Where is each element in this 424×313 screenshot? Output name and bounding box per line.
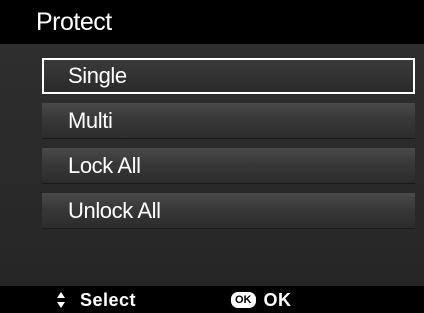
menu-item-label: Multi [68,108,113,133]
menu-item-lock-all[interactable]: Lock All [42,148,415,184]
ok-hint: OK OK [231,289,292,311]
ok-label: OK [263,289,292,310]
menu-item-label: Lock All [68,153,141,178]
title-bar: Protect [0,0,424,44]
ok-button-icon: OK [231,292,256,308]
menu-panel: Single Multi Lock All Unlock All [0,44,424,286]
menu-item-single[interactable]: Single [42,58,415,94]
menu-item-label: Unlock All [68,198,161,223]
page-title: Protect [36,8,112,36]
select-hint: Select [56,289,136,311]
bottom-hint-bar: Select OK OK [0,286,424,313]
up-down-arrows-icon [56,291,66,309]
menu-item-unlock-all[interactable]: Unlock All [42,193,415,229]
menu-item-label: Single [68,63,127,88]
select-label: Select [80,289,137,310]
menu-item-multi[interactable]: Multi [42,103,415,139]
